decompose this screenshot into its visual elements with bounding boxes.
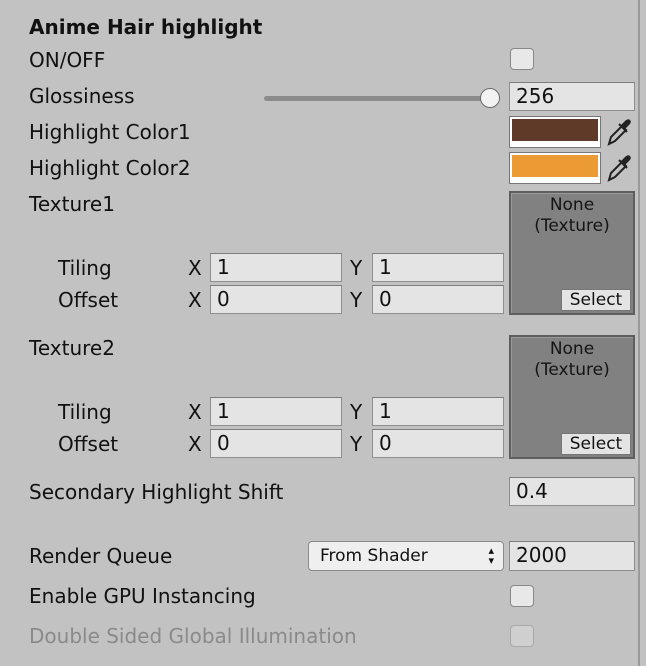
- highlight-color1-label: Highlight Color1: [29, 120, 191, 144]
- texture1-tiling-y-field[interactable]: 1: [372, 253, 504, 282]
- render-queue-dropdown-value: From Shader: [320, 546, 428, 566]
- onoff-checkbox[interactable]: [510, 48, 534, 70]
- texture2-offset-y-field[interactable]: 0: [372, 429, 504, 458]
- texture1-slot-line1: None: [549, 195, 595, 215]
- double-sided-gi-label: Double Sided Global Illumination: [29, 624, 357, 648]
- texture1-tiling-x-label: X: [188, 256, 202, 280]
- texture1-tiling-label: Tiling: [58, 256, 112, 280]
- texture1-offset-y-field[interactable]: 0: [372, 285, 504, 314]
- texture2-label: Texture2: [29, 336, 115, 360]
- highlight-color1-swatch[interactable]: [509, 116, 601, 148]
- texture2-tiling-y-field[interactable]: 1: [372, 397, 504, 426]
- texture2-tiling-label: Tiling: [58, 400, 112, 424]
- texture1-offset-x-field[interactable]: 0: [210, 285, 342, 314]
- texture2-slot-line1: None: [549, 339, 595, 359]
- texture1-slot[interactable]: None (Texture) Select: [509, 191, 635, 315]
- texture1-tiling-y-label: Y: [350, 256, 363, 280]
- texture2-select-button[interactable]: Select: [561, 433, 631, 455]
- gpu-instancing-label: Enable GPU Instancing: [29, 584, 256, 608]
- glossiness-label: Glossiness: [29, 84, 135, 108]
- texture1-select-button[interactable]: Select: [561, 289, 631, 311]
- highlight-color2-label: Highlight Color2: [29, 156, 191, 180]
- texture1-slot-text: None (Texture): [511, 195, 633, 237]
- glossiness-slider-thumb[interactable]: [480, 88, 500, 108]
- texture1-label: Texture1: [29, 192, 115, 216]
- texture2-tiling-x-field[interactable]: 1: [210, 397, 342, 426]
- updown-arrows-icon: ▴ ▾: [488, 544, 494, 567]
- texture1-tiling-x-field[interactable]: 1: [210, 253, 342, 282]
- texture2-offset-y-label: Y: [350, 432, 363, 456]
- texture2-offset-x-label: X: [188, 432, 202, 456]
- secondary-shift-field[interactable]: 0.4: [509, 477, 635, 506]
- gpu-instancing-checkbox[interactable]: [510, 585, 534, 607]
- texture1-offset-y-label: Y: [350, 288, 363, 312]
- texture2-offset-x-field[interactable]: 0: [210, 429, 342, 458]
- eyedropper-icon[interactable]: [606, 153, 632, 183]
- section-title: Anime Hair highlight: [29, 15, 263, 39]
- highlight-color1-fill: [512, 119, 598, 141]
- highlight-color2-swatch[interactable]: [509, 152, 601, 184]
- render-queue-label: Render Queue: [29, 544, 173, 568]
- texture2-slot[interactable]: None (Texture) Select: [509, 335, 635, 459]
- texture2-slot-text: None (Texture): [511, 339, 633, 381]
- eyedropper-icon[interactable]: [606, 117, 632, 147]
- texture2-tiling-x-label: X: [188, 400, 202, 424]
- double-sided-gi-checkbox: [510, 625, 534, 647]
- secondary-shift-label: Secondary Highlight Shift: [29, 480, 284, 504]
- panel-right-border: [638, 0, 640, 666]
- texture1-slot-line2: (Texture): [534, 216, 610, 236]
- highlight-color2-fill: [512, 155, 598, 177]
- texture1-offset-label: Offset: [58, 288, 119, 312]
- render-queue-field[interactable]: 2000: [509, 541, 635, 571]
- glossiness-value-field[interactable]: 256: [509, 82, 635, 111]
- texture2-slot-line2: (Texture): [534, 360, 610, 380]
- texture2-offset-label: Offset: [58, 432, 119, 456]
- onoff-label: ON/OFF: [29, 48, 106, 72]
- render-queue-dropdown[interactable]: From Shader ▴ ▾: [308, 541, 504, 571]
- texture2-tiling-y-label: Y: [350, 400, 363, 424]
- glossiness-slider-track[interactable]: [264, 96, 488, 101]
- texture1-offset-x-label: X: [188, 288, 202, 312]
